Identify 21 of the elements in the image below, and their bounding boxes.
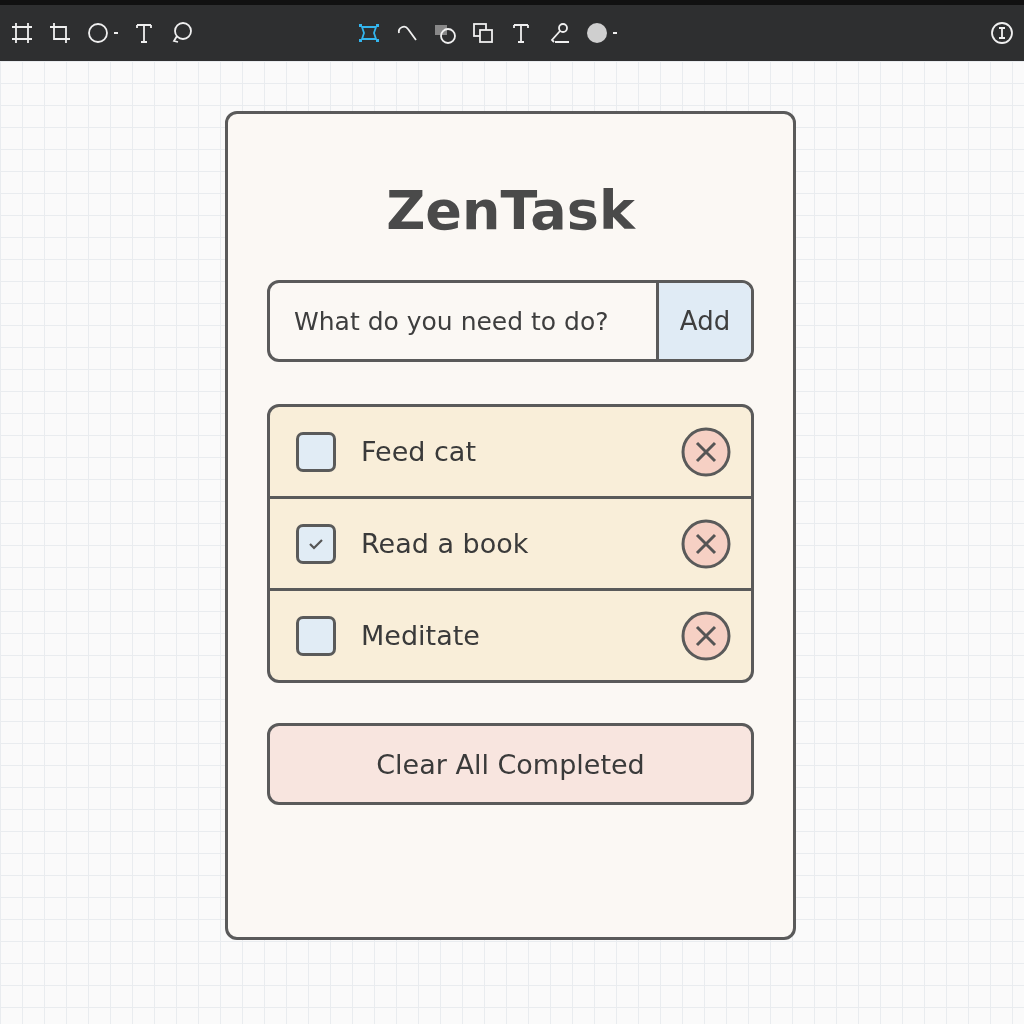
frame-icon[interactable] (10, 21, 34, 45)
checkbox[interactable] (296, 523, 336, 564)
select-icon[interactable] (357, 21, 381, 45)
info-icon[interactable] (990, 21, 1014, 45)
task-label: Read a book (361, 528, 530, 559)
task-input-field[interactable]: What do you need to do? Add (267, 280, 754, 362)
lasso-icon[interactable] (170, 21, 194, 45)
checkbox[interactable] (296, 431, 336, 472)
fill-icon[interactable] (585, 21, 609, 45)
crop-icon[interactable] (48, 21, 72, 45)
clear-completed-button[interactable]: Clear All Completed (267, 723, 754, 805)
checkbox[interactable] (296, 615, 336, 656)
delete-icon[interactable] (681, 518, 731, 569)
task-label: Meditate (361, 620, 481, 651)
duplicate-icon[interactable] (471, 21, 495, 45)
circle-icon[interactable] (86, 21, 110, 45)
delete-icon[interactable] (681, 610, 731, 661)
task-label: Feed cat (361, 436, 477, 467)
app-title: ZenTask (386, 184, 635, 238)
add-button[interactable]: Add (656, 283, 751, 359)
delete-icon[interactable] (681, 426, 731, 477)
